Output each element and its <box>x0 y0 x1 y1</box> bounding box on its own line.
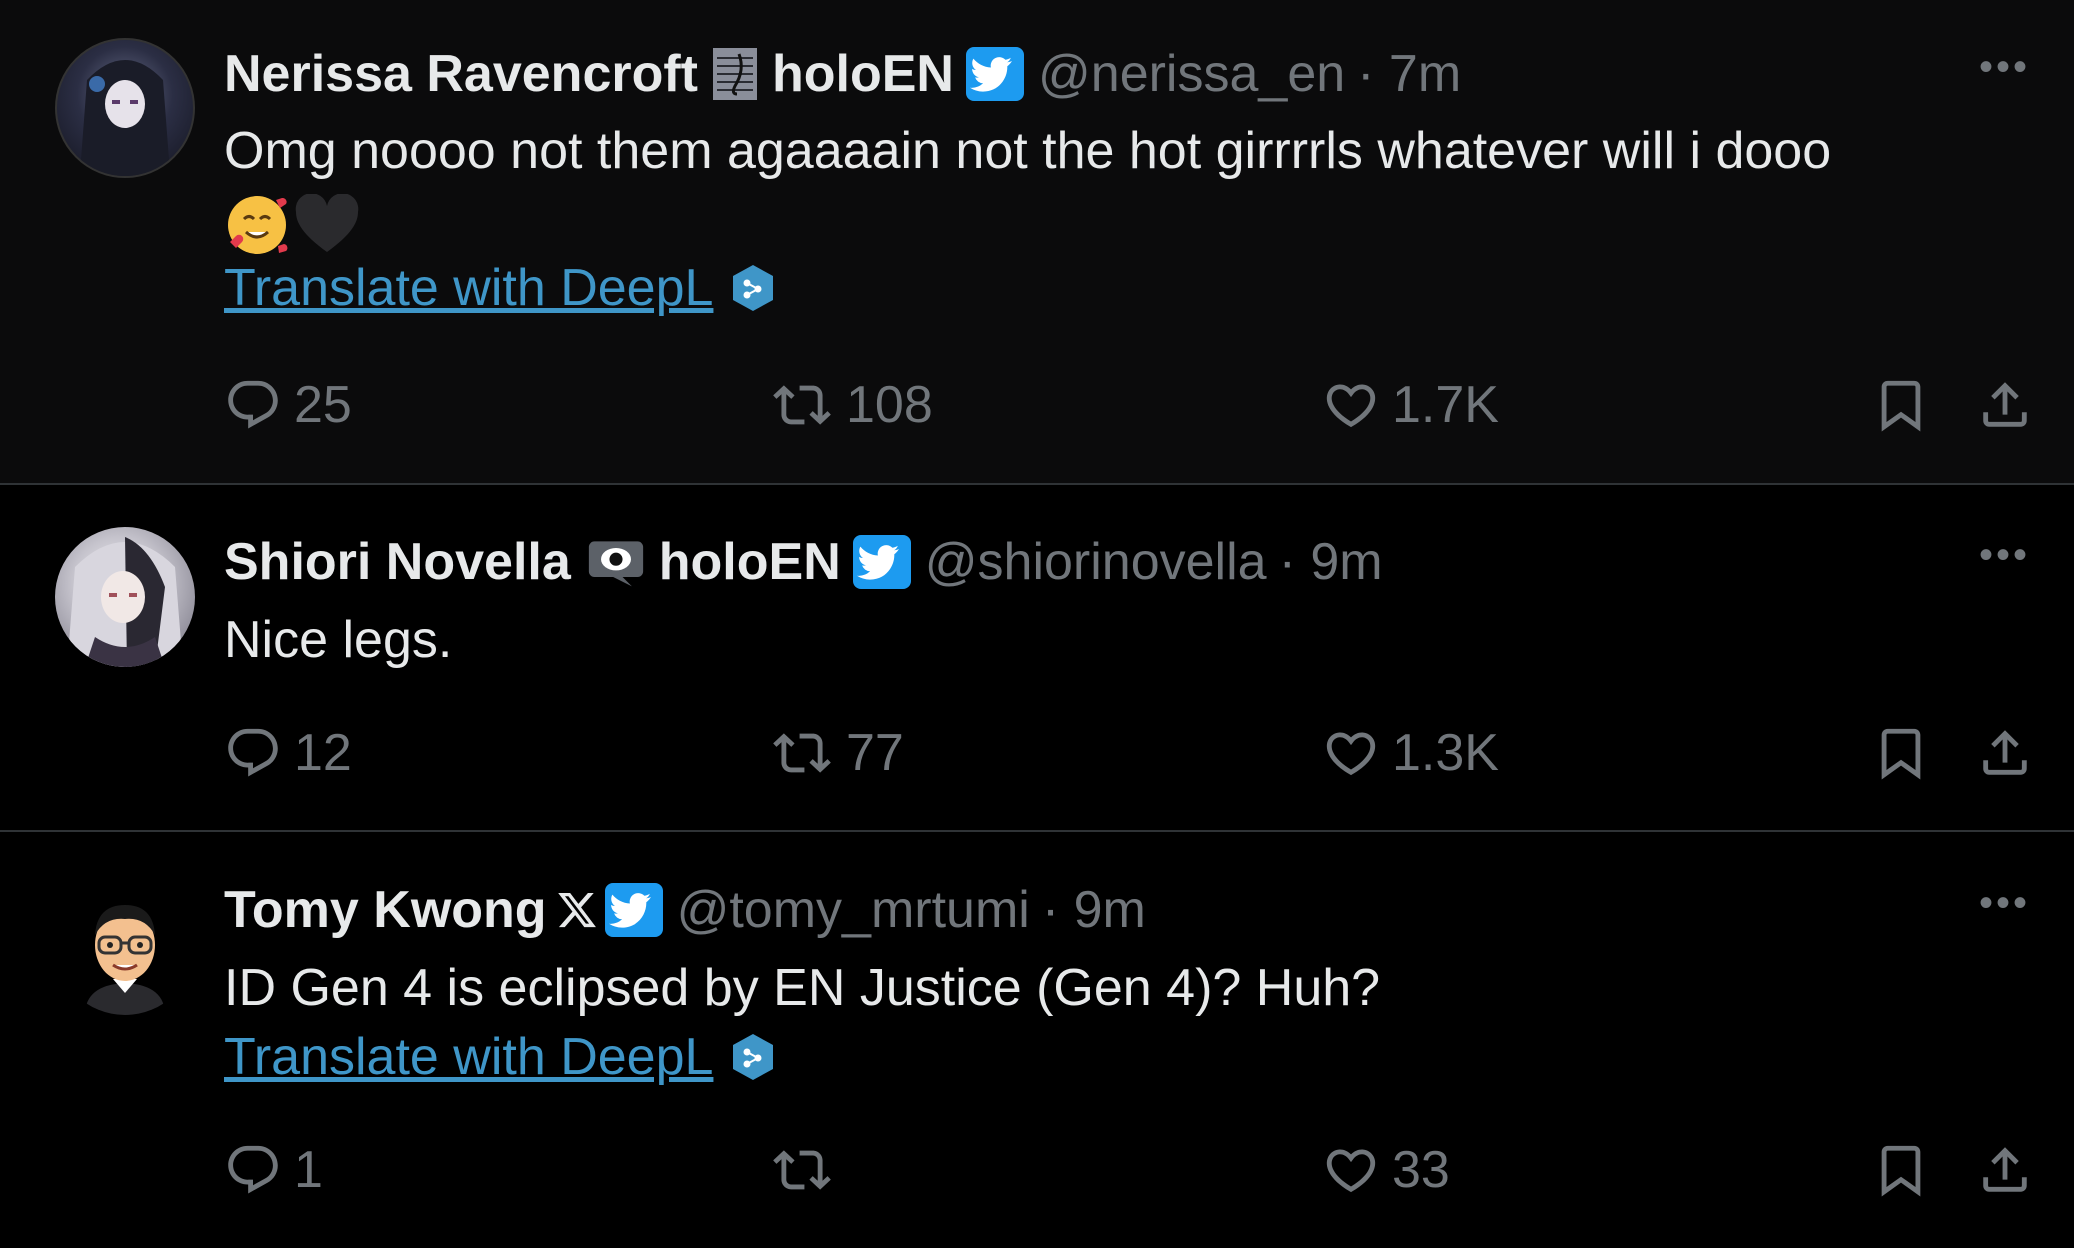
handle[interactable]: @tomy_mrtumi <box>677 880 1030 940</box>
share-icon <box>1983 1147 2027 1192</box>
reply-count: 1 <box>294 1141 323 1199</box>
tweet-header: Shiori Novella holoEN @shiorinovella · 9… <box>224 527 1383 597</box>
reply-count: 25 <box>294 376 352 434</box>
reply-button[interactable]: 1 <box>224 1135 323 1205</box>
tweet-text: Nice legs. <box>224 611 453 669</box>
retweet-icon <box>773 1150 831 1190</box>
tweet-text: Omg noooo not them agaaaain not the hot … <box>224 115 2024 261</box>
share-icon <box>1983 730 2027 775</box>
smiling-face-with-hearts-icon <box>228 195 288 254</box>
avatar[interactable] <box>55 875 195 1015</box>
x-logo-icon <box>555 881 599 939</box>
tweet-text: ID Gen 4 is eclipsed by EN Justice (Gen … <box>224 959 1381 1017</box>
translate-link[interactable]: Translate with DeepL <box>224 258 775 318</box>
bookmark-button[interactable] <box>1872 1135 1942 1205</box>
tweet-header: Tomy Kwong @tomy_mrtumi · 9m <box>224 875 1146 945</box>
more-options-icon[interactable]: ••• <box>1979 533 2030 578</box>
retweet-button[interactable]: 108 <box>770 370 933 440</box>
tweet-text-content: Omg noooo not them agaaaain not the hot … <box>224 122 1832 180</box>
retweet-icon <box>773 385 831 425</box>
translate-link[interactable]: Translate with DeepL <box>224 1027 775 1087</box>
reply-icon <box>228 728 278 777</box>
affiliation: holoEN <box>658 533 841 591</box>
tweet-header: Nerissa Ravencroft holoEN @nerissa_en · … <box>224 39 1461 109</box>
tweet-actions: 25 108 1.7K <box>224 370 2034 440</box>
share-button[interactable] <box>1976 718 2046 788</box>
like-button[interactable]: 1.3K <box>1322 718 1499 788</box>
timestamp[interactable]: · 9m <box>1042 880 1146 940</box>
retweet-count: 108 <box>846 376 933 434</box>
heart-icon <box>1326 732 1376 776</box>
display-name[interactable]: Tomy Kwong <box>224 880 547 940</box>
heart-icon <box>1326 1149 1376 1193</box>
reply-button[interactable]: 25 <box>224 370 352 440</box>
bookmark-button[interactable] <box>1872 370 1942 440</box>
bookmark-icon <box>1881 1145 1921 1197</box>
tweet-actions: 12 77 1.3K <box>224 718 2034 788</box>
like-count: 1.3K <box>1392 724 1499 782</box>
like-count: 33 <box>1392 1141 1450 1199</box>
more-options-icon[interactable]: ••• <box>1979 45 2030 90</box>
timestamp[interactable]: · 9m <box>1279 532 1383 592</box>
share-button[interactable] <box>1976 370 2046 440</box>
music-score-icon <box>706 45 764 103</box>
like-count: 1.7K <box>1392 376 1499 434</box>
bookmark-icon <box>1881 728 1921 780</box>
avatar[interactable] <box>55 38 195 178</box>
eye-in-speech-bubble-icon <box>587 533 645 591</box>
reply-count: 12 <box>294 724 352 782</box>
share-button[interactable] <box>1976 1135 2046 1205</box>
retweet-button[interactable]: 77 <box>770 718 904 788</box>
display-name[interactable]: Shiori Novella <box>224 532 571 592</box>
black-heart-icon <box>295 193 359 252</box>
retweet-button[interactable] <box>770 1135 846 1205</box>
retweet-count: 77 <box>846 724 904 782</box>
verified-bird-icon[interactable] <box>604 883 663 937</box>
timestamp[interactable]: · 7m <box>1357 44 1461 104</box>
avatar[interactable] <box>55 527 195 667</box>
translate-label[interactable]: Translate with DeepL <box>224 1027 713 1087</box>
handle[interactable]: @nerissa_en <box>1038 44 1345 104</box>
translate-label[interactable]: Translate with DeepL <box>224 258 713 318</box>
bookmark-icon <box>1881 380 1921 432</box>
affiliation: holoEN <box>772 45 954 103</box>
heart-icon <box>1326 384 1376 428</box>
tweet-actions: 1 33 <box>224 1135 2034 1205</box>
like-button[interactable]: 33 <box>1322 1135 1450 1205</box>
more-options-icon[interactable]: ••• <box>1979 881 2030 926</box>
like-button[interactable]: 1.7K <box>1322 370 1499 440</box>
share-icon <box>1983 382 2027 427</box>
deepl-icon <box>731 1032 775 1082</box>
reply-button[interactable]: 12 <box>224 718 352 788</box>
verified-bird-icon[interactable] <box>852 535 911 589</box>
verified-bird-icon[interactable] <box>965 47 1024 101</box>
handle[interactable]: @shiorinovella <box>925 532 1267 592</box>
bookmark-button[interactable] <box>1872 718 1942 788</box>
display-name[interactable]: Nerissa Ravencroft <box>224 44 698 104</box>
deepl-icon <box>731 263 775 313</box>
reply-icon <box>228 380 278 429</box>
retweet-icon <box>773 733 831 773</box>
reply-icon <box>228 1145 278 1194</box>
